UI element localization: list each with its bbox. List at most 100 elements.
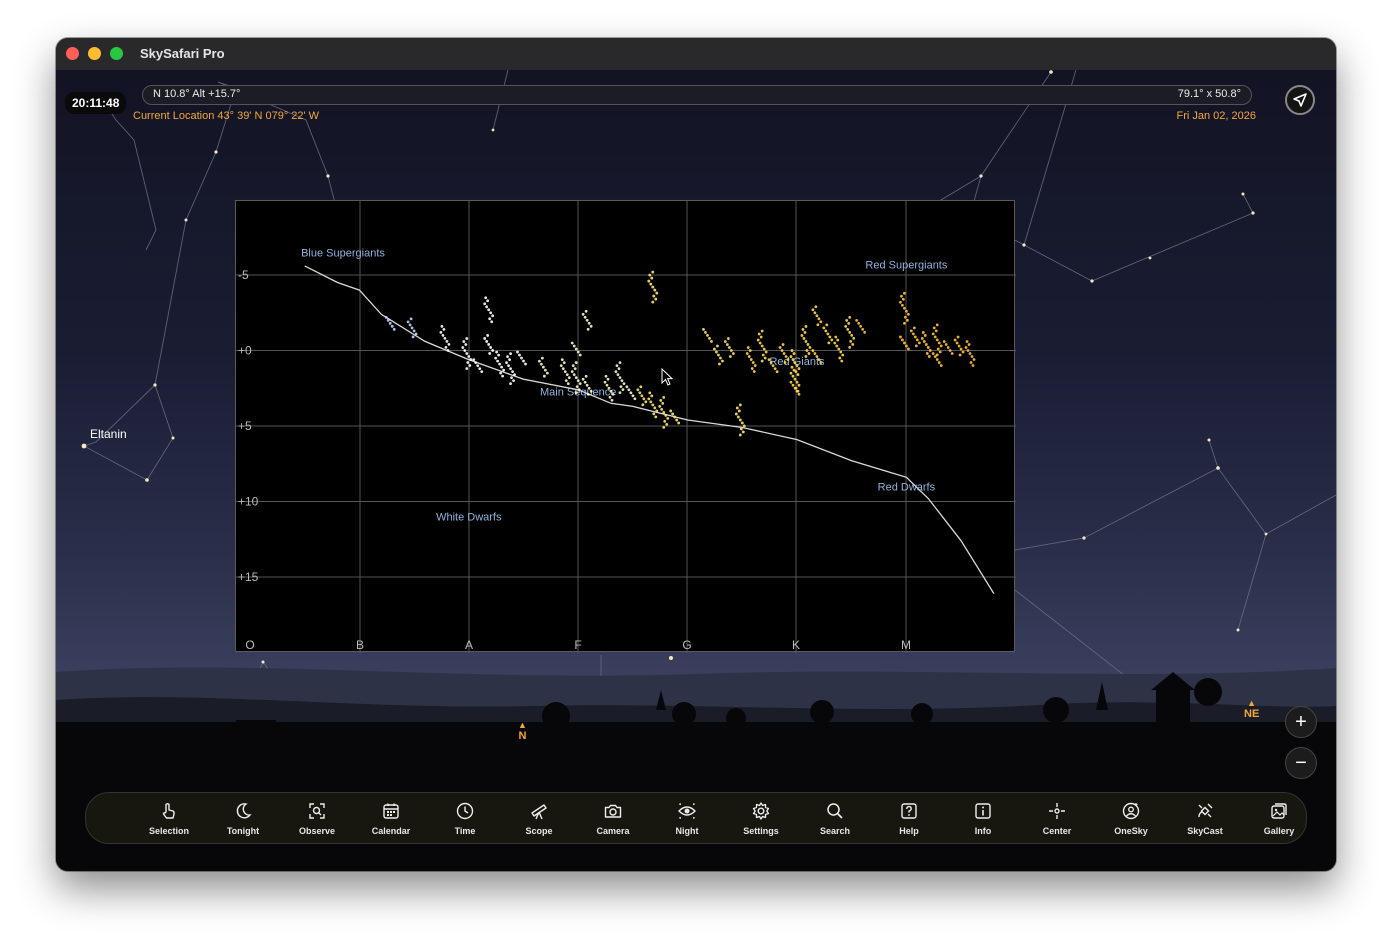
tool-calendar-button[interactable]: Calendar: [354, 793, 428, 845]
star-point: [781, 343, 785, 346]
star-point: [675, 418, 679, 422]
star-point: [563, 370, 567, 374]
star-point: [494, 356, 498, 360]
compass-button[interactable]: [1285, 85, 1315, 115]
hr-region-labels: Blue SupergiantsRed SupergiantsRed Giant…: [301, 247, 948, 523]
star-point: [950, 352, 954, 355]
star-point: [790, 365, 794, 369]
y-tick-label: +10: [238, 495, 259, 509]
star-point: [704, 331, 707, 334]
tool-gallery-button[interactable]: Gallery: [1242, 793, 1316, 845]
star-point: [586, 392, 590, 396]
star-point: [796, 373, 800, 376]
tool-tonight-button[interactable]: Tonight: [206, 793, 280, 845]
zoom-in-button[interactable]: +: [1285, 706, 1317, 738]
star-point: [662, 411, 666, 414]
star-point: [775, 370, 779, 373]
tool-label: Observe: [298, 826, 336, 836]
star-point: [795, 364, 799, 367]
star-point: [748, 349, 752, 352]
star-point: [640, 394, 644, 398]
tool-observe-button[interactable]: Observe: [280, 793, 354, 845]
tool-help-button[interactable]: Help: [872, 793, 946, 845]
star-point: [577, 388, 581, 392]
close-window-button[interactable]: [66, 47, 79, 60]
star-point: [621, 388, 625, 392]
star-point: [844, 324, 848, 328]
star-point: [636, 388, 640, 392]
star-point: [906, 318, 909, 322]
star-point: [412, 329, 416, 333]
star-point: [901, 303, 904, 307]
tool-search-button[interactable]: Search: [798, 793, 872, 845]
region-label: White Dwarfs: [436, 512, 502, 524]
star-point: [388, 321, 392, 325]
star-point: [808, 346, 812, 349]
star-point: [757, 332, 761, 336]
minimize-window-button[interactable]: [88, 47, 101, 60]
star-point: [958, 353, 962, 357]
tool-onesky-button[interactable]: OneSky: [1094, 793, 1168, 845]
star-point: [750, 367, 754, 370]
star-point: [737, 409, 741, 413]
tool-settings-button[interactable]: Settings: [724, 793, 798, 845]
star-point: [614, 370, 618, 374]
star-point: [572, 344, 576, 348]
star-point: [907, 347, 910, 351]
star-point: [795, 380, 799, 384]
star-point: [392, 327, 396, 331]
star-point: [861, 327, 865, 331]
star-point: [652, 412, 656, 416]
star-point: [752, 370, 756, 373]
star-point: [801, 328, 805, 331]
star-point: [465, 352, 469, 355]
star-point: [508, 358, 511, 362]
star-point: [490, 320, 494, 324]
time-display[interactable]: 20:11:48: [65, 92, 127, 114]
eye-icon: [678, 803, 696, 819]
star-point: [618, 361, 622, 365]
star-point: [502, 368, 506, 372]
star-point: [585, 318, 589, 322]
star-point: [903, 291, 906, 295]
star-point: [914, 344, 918, 348]
star-point: [390, 324, 394, 328]
tool-camera-button[interactable]: Camera: [576, 793, 650, 845]
star-point: [445, 340, 449, 343]
star-point: [565, 373, 569, 377]
star-point: [618, 376, 622, 380]
star-point: [959, 347, 963, 351]
star-point: [836, 338, 840, 342]
star-point: [762, 347, 766, 351]
star-point: [575, 385, 579, 389]
star-point: [408, 323, 412, 327]
tool-skycast-button[interactable]: SkyCast: [1168, 793, 1242, 845]
star-point: [662, 426, 666, 429]
star-point: [792, 352, 796, 355]
tool-center-button[interactable]: Center: [1020, 793, 1094, 845]
star-label-eltanin[interactable]: Eltanin: [90, 427, 127, 441]
tool-night-button[interactable]: Night: [650, 793, 724, 845]
star-point: [778, 346, 782, 349]
star-point: [567, 376, 571, 380]
star-point: [814, 305, 818, 309]
calendar-icon: [383, 803, 399, 819]
tool-selection-button[interactable]: Selection: [132, 793, 206, 845]
star-point: [826, 332, 830, 336]
zoom-out-button[interactable]: −: [1285, 747, 1317, 779]
date-label[interactable]: Fri Jan 02, 2026: [1177, 110, 1257, 122]
star-point: [576, 350, 580, 354]
star-point: [512, 379, 515, 383]
star-point: [510, 376, 513, 380]
region-label: Red Dwarfs: [878, 481, 936, 493]
tool-scope-button[interactable]: Scope: [502, 793, 576, 845]
tool-info-button[interactable]: Info: [946, 793, 1020, 845]
zoom-window-button[interactable]: [110, 47, 123, 60]
star-point: [834, 335, 838, 339]
sky-view[interactable]: 20:11:48 N 10.8° Alt +15.7° 79.1° x 50.8…: [56, 70, 1336, 871]
star-point: [622, 382, 626, 386]
star-point: [828, 335, 832, 339]
tool-time-button[interactable]: Time: [428, 793, 502, 845]
star-point: [804, 355, 808, 358]
location-label[interactable]: Current Location 43° 39' N 079° 22' W: [133, 110, 319, 122]
